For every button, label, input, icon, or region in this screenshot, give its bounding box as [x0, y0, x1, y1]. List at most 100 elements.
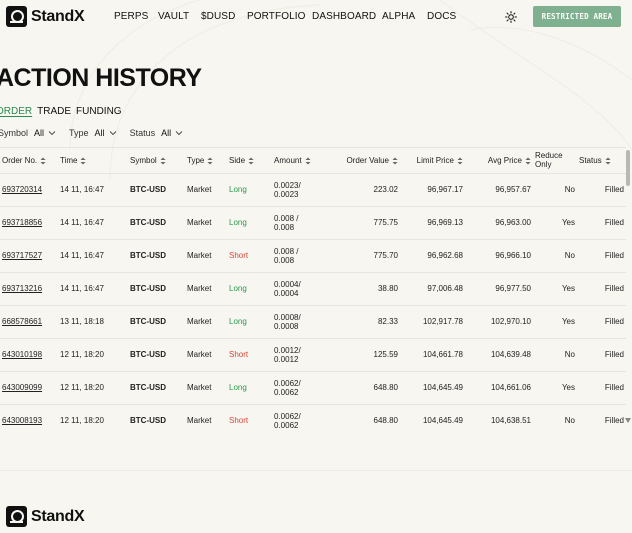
filter-bar: Symbol All Type All Status All	[0, 128, 196, 138]
order-type-cell: Market	[185, 272, 227, 306]
order-symbol: BTC-USD	[130, 284, 166, 293]
nav-item-portfolio[interactable]: PORTFOLIO	[247, 11, 306, 22]
order-type-cell: Market	[185, 305, 227, 339]
order-symbol-cell: BTC-USD	[128, 338, 185, 372]
tab-order[interactable]: ORDER	[0, 106, 32, 117]
order-status: Filled	[604, 284, 624, 293]
column-header-label: Order Value	[346, 155, 389, 165]
column-header[interactable]: Order No.	[0, 148, 58, 174]
history-tabs: ORDER TRADE FUNDING	[0, 106, 122, 117]
order-time: 12 11, 18:20	[60, 416, 104, 425]
column-header[interactable]: Amount	[272, 148, 328, 174]
order-side-cell: Long	[227, 371, 272, 405]
table-row: 693720314 14 11, 16:47 BTC-USD Market Long 0.…	[0, 173, 626, 207]
limit-price: 97,006.48	[427, 284, 463, 293]
column-header[interactable]: Order Value	[328, 148, 400, 174]
amount-total: 0.0062	[274, 420, 299, 430]
sort-arrows-icon	[248, 157, 254, 165]
column-header[interactable]: Time	[58, 148, 128, 174]
order-symbol: BTC-USD	[130, 416, 166, 425]
tab-funding[interactable]: FUNDING	[76, 106, 122, 117]
sun-icon[interactable]	[505, 11, 517, 23]
sort-arrows-icon	[207, 157, 213, 165]
order-number-link[interactable]: 693718856	[2, 218, 42, 227]
order-value: 223.02	[373, 185, 398, 194]
order-time: 12 11, 18:20	[60, 350, 104, 359]
scroll-down-arrow-icon[interactable]	[625, 418, 631, 423]
avg-price-cell: 104,639.48	[465, 338, 533, 372]
avg-price-cell: 96,966.10	[465, 239, 533, 273]
avg-price-cell: 102,970.10	[465, 305, 533, 339]
order-status: Filled	[604, 185, 624, 194]
sort-arrows-icon	[525, 157, 531, 165]
nav-item-docs[interactable]: DOCS	[427, 11, 456, 22]
limit-price-cell: 104,645.49	[400, 371, 465, 405]
column-header[interactable]: Side	[227, 148, 272, 174]
symbol-filter[interactable]: Symbol All	[0, 128, 56, 138]
order-side-cell: Short	[227, 239, 272, 273]
amount-total: 0.0008	[274, 321, 299, 331]
nav-item-dashboard[interactable]: DASHBOARD	[312, 11, 376, 22]
order-number-link[interactable]: 693720314	[2, 185, 42, 194]
order-side-cell: Long	[227, 206, 272, 240]
order-amount-cell: 0.0004/0.0004	[272, 272, 328, 306]
order-number-link[interactable]: 693717527	[2, 251, 42, 260]
table-scrollbar[interactable]	[626, 150, 630, 186]
limit-price: 104,645.49	[422, 416, 463, 425]
avg-price: 96,957.67	[495, 185, 531, 194]
table-body: 693720314 14 11, 16:47 BTC-USD Market Long 0.…	[0, 173, 626, 429]
order-number-link-cell: 643008193	[0, 404, 58, 429]
order-status-cell: Filled	[577, 239, 626, 273]
reduce-only-cell: No	[533, 173, 577, 207]
column-header[interactable]: Avg Price	[465, 148, 533, 174]
order-number-link[interactable]: 643010198	[2, 350, 42, 359]
order-status-cell: Filled	[577, 338, 626, 372]
column-header-label: Amount	[274, 155, 302, 165]
nav-item-alpha[interactable]: ALPHA	[382, 11, 415, 22]
order-symbol-cell: BTC-USD	[128, 272, 185, 306]
brand-logo[interactable]: StandX	[6, 6, 85, 27]
column-header-label: Reduce Only	[535, 151, 563, 170]
order-time: 14 11, 16:47	[60, 218, 104, 227]
order-type: Market	[187, 350, 212, 359]
footer-brand-logo[interactable]: StandX	[6, 506, 85, 527]
chevron-down-icon	[175, 131, 183, 136]
table-row: 693717527 14 11, 16:47 BTC-USD Market Short 0…	[0, 239, 626, 273]
order-amount-cell: 0.008 /0.008	[272, 239, 328, 273]
order-number-link[interactable]: 668578661	[2, 317, 42, 326]
order-type: Market	[187, 383, 212, 392]
type-filter[interactable]: Type All	[69, 128, 117, 138]
order-side: Long	[229, 317, 247, 326]
order-number-link[interactable]: 643008193	[2, 416, 42, 425]
restricted-area-button[interactable]: RESTRICTED AREA	[533, 6, 621, 27]
column-header-label: Order No.	[2, 155, 38, 165]
reduce-only-cell: No	[533, 338, 577, 372]
column-header[interactable]: Limit Price	[400, 148, 465, 174]
filter-value: All	[34, 128, 45, 138]
nav-item-perps[interactable]: PERPS	[114, 11, 148, 22]
column-header[interactable]: Type	[185, 148, 227, 174]
order-type-cell: Market	[185, 206, 227, 240]
order-value-cell: 775.75	[328, 206, 400, 240]
column-header[interactable]: Symbol	[128, 148, 185, 174]
order-time-cell: 14 11, 16:47	[58, 272, 128, 306]
nav-item-vault[interactable]: VAULT	[158, 11, 189, 22]
order-number-link[interactable]: 643009099	[2, 383, 42, 392]
column-header-label: Limit Price	[416, 155, 454, 165]
order-number-link[interactable]: 693713216	[2, 284, 42, 293]
order-symbol-cell: BTC-USD	[128, 371, 185, 405]
order-symbol-cell: BTC-USD	[128, 404, 185, 429]
column-header-label: Symbol	[130, 155, 157, 165]
amount-filled: 0.008 /	[274, 213, 299, 223]
column-header[interactable]: Status	[577, 148, 626, 174]
brand-name: StandX	[31, 7, 85, 25]
order-value-cell: 38.80	[328, 272, 400, 306]
amount-filled: 0.008 /	[274, 246, 299, 256]
nav-item-dusd[interactable]: $DUSD	[201, 11, 235, 22]
tab-trade[interactable]: TRADE	[37, 106, 71, 117]
status-filter[interactable]: Status All	[130, 128, 184, 138]
sort-arrows-icon	[392, 157, 398, 165]
order-value-cell: 223.02	[328, 173, 400, 207]
order-value-cell: 82.33	[328, 305, 400, 339]
order-side: Short	[229, 416, 249, 425]
